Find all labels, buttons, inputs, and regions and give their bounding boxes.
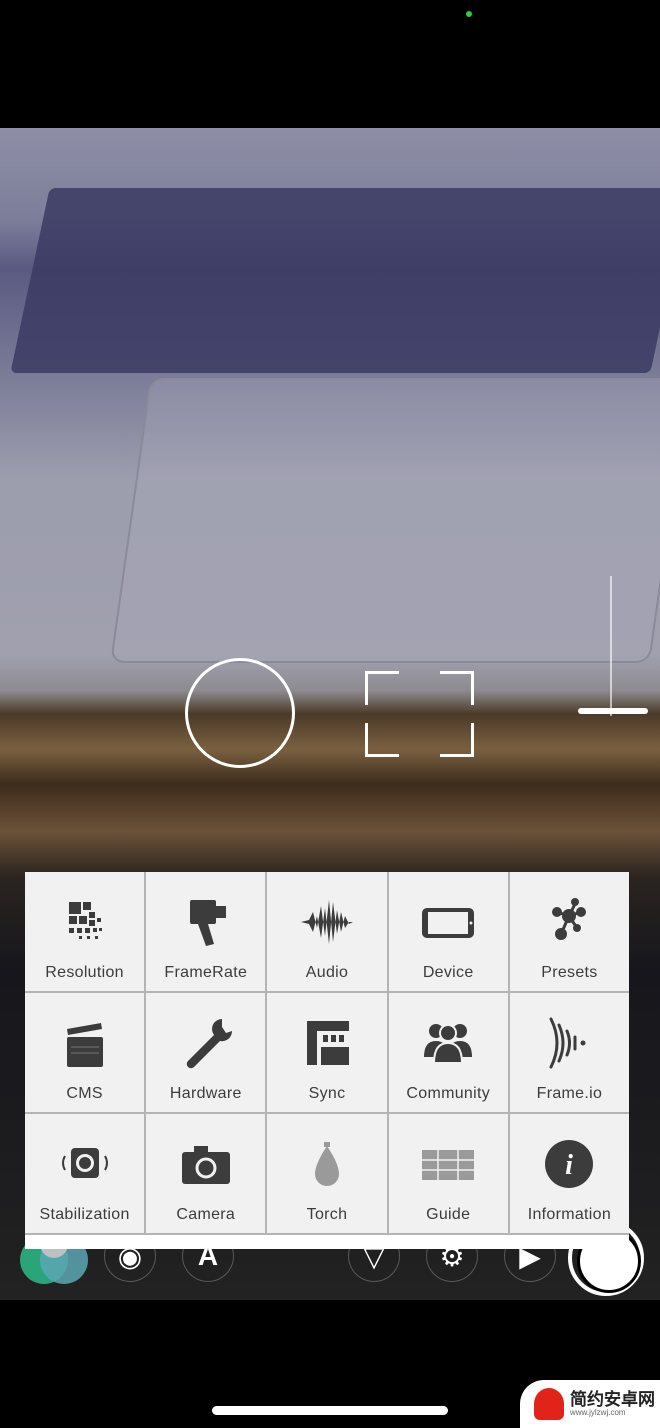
menu-item-label: Camera (176, 1206, 236, 1223)
menu-item-framerate[interactable]: FrameRate (146, 872, 266, 991)
info-icon: i (545, 1140, 594, 1188)
clapperboard-icon (66, 1023, 103, 1067)
signal-waves-icon (549, 1017, 586, 1069)
bulb-icon (314, 1142, 339, 1186)
menu-item-label: Torch (306, 1206, 348, 1223)
menu-item-label: Stabilization (39, 1206, 130, 1223)
menu-item-audio[interactable]: Audio (267, 872, 387, 991)
home-indicator[interactable] (212, 1406, 448, 1415)
camera-switch-icon (181, 1146, 230, 1184)
menu-item-information[interactable]: i Information (509, 1114, 629, 1233)
watermark-logo-icon (534, 1388, 564, 1420)
menu-item-device[interactable]: Device (388, 872, 508, 991)
menu-item-presets[interactable]: Presets (509, 872, 629, 991)
menu-item-label: Information (527, 1206, 612, 1223)
zoom-slider-track[interactable] (610, 576, 612, 716)
grid-guide-icon (422, 1150, 475, 1180)
camera-indicator-dot (466, 11, 472, 17)
menu-item-torch[interactable]: Torch (267, 1114, 387, 1233)
scene-trackpad (109, 378, 660, 663)
watermark: 简约安卓网 www.jylzwj.com (520, 1380, 660, 1428)
phone-landscape-icon (422, 908, 475, 938)
menu-item-guide[interactable]: Guide (388, 1114, 508, 1233)
menu-item-sync[interactable]: Sync (267, 993, 387, 1112)
menu-item-frame-io[interactable]: Frame.io (509, 993, 629, 1112)
molecule-icon (552, 898, 587, 940)
resolution-icon (68, 902, 102, 939)
menu-item-label: Audio (305, 964, 349, 981)
menu-item-resolution[interactable]: Resolution (25, 872, 145, 991)
menu-item-stabilization[interactable]: Stabilization (25, 1114, 145, 1233)
menu-item-label: Resolution (45, 964, 124, 981)
wrench-icon (186, 1019, 232, 1069)
menu-item-label: Device (422, 964, 474, 981)
menu-item-cms[interactable]: CMS (25, 993, 145, 1112)
menu-item-community[interactable]: Community (388, 993, 508, 1112)
sync-icon (306, 1021, 349, 1065)
movie-camera-icon (189, 900, 226, 946)
people-icon (424, 1024, 473, 1064)
menu-item-label: Sync (308, 1085, 346, 1102)
menu-item-label: Guide (426, 1206, 471, 1223)
scene-keyboard (10, 188, 660, 373)
svg-text:i: i (566, 1150, 574, 1181)
menu-item-label: Presets (541, 964, 598, 981)
waveform-icon (300, 900, 353, 944)
focus-ring[interactable] (185, 658, 295, 768)
stabilization-icon (61, 1148, 108, 1178)
zoom-slider-handle[interactable] (578, 708, 648, 714)
menu-item-label: Community (406, 1085, 490, 1102)
settings-menu: Resolution FrameRate Audio Device Presets CMS… (25, 872, 629, 1249)
menu-item-label: FrameRate (164, 964, 248, 981)
menu-item-camera[interactable]: Camera (146, 1114, 266, 1233)
menu-item-label: Frame.io (536, 1085, 603, 1102)
menu-item-label: Hardware (169, 1085, 242, 1102)
menu-item-hardware[interactable]: Hardware (146, 993, 266, 1112)
menu-item-label: CMS (66, 1085, 103, 1102)
